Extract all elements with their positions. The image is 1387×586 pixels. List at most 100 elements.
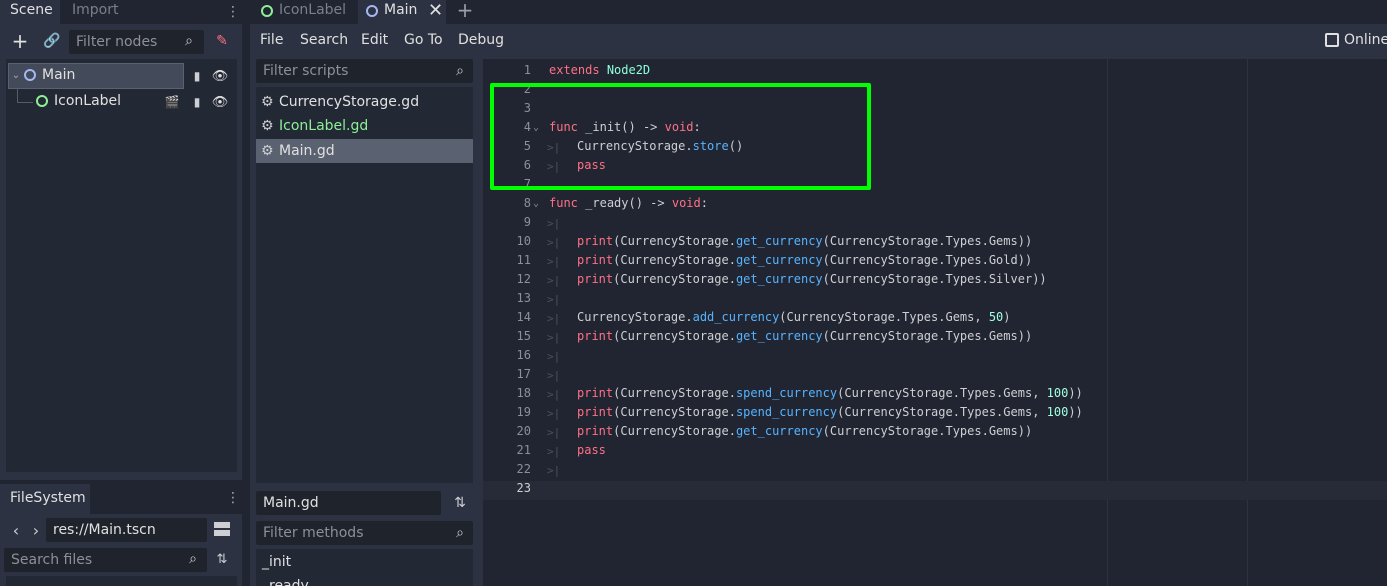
code-line-14: CurrencyStorage.add_currency(CurrencySto… <box>577 310 1011 324</box>
menu-debug[interactable]: Debug <box>458 32 504 48</box>
enum-ref: CurrencyStorage.Types.Gems <box>844 386 1033 400</box>
tab-scene-label: Scene <box>10 2 53 18</box>
script-item-main[interactable]: ⚙ Main.gd <box>256 139 473 163</box>
add-tab-icon[interactable]: + <box>454 0 476 22</box>
code-line-20: print(CurrencyStorage.get_currency(Curre… <box>577 424 1033 438</box>
online-docs-link[interactable]: Online <box>1325 32 1387 52</box>
class-ref: CurrencyStorage. <box>620 405 736 419</box>
path-field[interactable]: res://Main.tscn <box>46 518 207 542</box>
remote-icon[interactable]: ✎ <box>212 31 232 51</box>
menu-search[interactable]: Search <box>300 32 348 48</box>
tab-marker: >| <box>547 255 561 268</box>
line-number: 23 <box>516 481 531 495</box>
menu-file[interactable]: File <box>260 32 283 48</box>
class-ref: CurrencyStorage. <box>620 272 736 286</box>
tab-iconlabel[interactable]: IconLabel <box>252 0 356 24</box>
tab-marker: >| <box>547 274 561 287</box>
func-call: get_currency <box>735 329 823 343</box>
add-node-icon[interactable]: + <box>10 29 30 53</box>
script-item-label: CurrencyStorage.gd <box>279 94 420 110</box>
dock-menu-icon[interactable]: ⋮ <box>226 2 240 22</box>
line-number: 19 <box>516 405 531 419</box>
builtin-print: print <box>577 253 614 267</box>
gear-icon: ⚙ <box>261 118 274 134</box>
line-number: 8 <box>523 196 531 210</box>
tab-filesystem[interactable]: FileSystem <box>0 484 90 514</box>
methods-list: _init _ready <box>256 549 473 586</box>
visibility-eye-icon[interactable]: 👁 <box>212 94 229 110</box>
dock-menu-icon[interactable]: ⋮ <box>226 488 240 508</box>
collapse-arrow-icon[interactable]: ⌄ <box>10 68 22 82</box>
number-literal: 100 <box>1046 405 1069 419</box>
close-icon[interactable]: ✕ <box>428 0 443 21</box>
tab-import[interactable]: Import <box>62 0 144 24</box>
path-value: res://Main.tscn <box>53 522 156 538</box>
filter-methods-placeholder: Filter methods <box>263 525 364 541</box>
enum-ref: CurrencyStorage.Types.Gems <box>829 329 1018 343</box>
type-node2d: Node2D <box>606 63 651 77</box>
code-line-12: print(CurrencyStorage.get_currency(Curre… <box>577 272 1047 286</box>
search-files-placeholder: Search files <box>11 552 93 568</box>
tree-main-label: Main <box>42 67 76 83</box>
code-line-18: print(CurrencyStorage.spend_currency(Cur… <box>577 386 1083 400</box>
method-item[interactable]: _ready <box>262 578 309 586</box>
gear-icon: ⚙ <box>261 94 274 110</box>
sort-icon[interactable]: ⇅ <box>212 550 232 568</box>
enum-ref: CurrencyStorage.Types.Silver <box>829 272 1033 286</box>
link-icon[interactable]: 🔗 <box>42 31 62 51</box>
tab-marker: >| <box>547 331 561 344</box>
split-view-icon[interactable] <box>213 521 231 537</box>
line-number: 14 <box>516 310 531 324</box>
tab-marker: >| <box>547 312 561 325</box>
visibility-eye-icon[interactable]: 👁 <box>212 68 229 84</box>
code-line-10: print(CurrencyStorage.get_currency(Curre… <box>577 234 1033 248</box>
menu-edit[interactable]: Edit <box>361 32 388 48</box>
tab-scene[interactable]: Scene <box>0 0 60 24</box>
search-icon: ⌕ <box>456 525 464 541</box>
tab-marker: >| <box>547 293 561 306</box>
line-number: 21 <box>516 443 531 457</box>
enum-ref: CurrencyStorage.Types.Gems <box>844 405 1033 419</box>
highlight-box <box>490 83 871 190</box>
builtin-print: print <box>577 424 614 438</box>
class-ref: CurrencyStorage. <box>620 386 736 400</box>
fold-arrow-icon[interactable]: ⌄ <box>533 198 539 209</box>
class-ref: CurrencyStorage. <box>620 329 736 343</box>
line-number: 17 <box>516 367 531 381</box>
script-item-currencystorage[interactable]: ⚙ CurrencyStorage.gd <box>256 90 473 114</box>
code-line-1: extends Node2D <box>549 63 650 77</box>
sort-icon[interactable]: ⇅ <box>450 493 470 513</box>
builtin-print: print <box>577 234 614 248</box>
line-number: 22 <box>516 462 531 476</box>
menu-goto[interactable]: Go To <box>404 32 443 48</box>
tab-marker: >| <box>547 350 561 363</box>
back-arrow-icon[interactable]: ‹ <box>10 520 22 540</box>
class-ref: CurrencyStorage. <box>620 424 736 438</box>
search-icon: ⌕ <box>185 33 193 49</box>
code-line-8: func _ready() -> void: <box>549 196 708 210</box>
keyword-pass: pass <box>577 443 606 457</box>
code-line-11: print(CurrencyStorage.get_currency(Curre… <box>577 253 1033 267</box>
filter-methods-input[interactable]: Filter methods <box>256 521 473 545</box>
keyword-void: void <box>671 196 701 210</box>
search-files-input[interactable]: Search files <box>4 548 207 572</box>
line-number: 9 <box>523 215 531 229</box>
script-icon[interactable]: ▮ <box>190 94 204 110</box>
tree-line <box>17 88 18 102</box>
func-call: add_currency <box>692 310 780 324</box>
tab-marker: >| <box>547 426 561 439</box>
tab-main[interactable]: Main ✕ <box>358 0 446 24</box>
code-line-21: pass <box>577 443 606 457</box>
filter-scripts-input[interactable]: Filter scripts <box>256 59 473 83</box>
current-script-label: Main.gd <box>263 495 319 511</box>
script-icon[interactable]: ▮ <box>190 68 204 84</box>
method-item[interactable]: _init <box>262 554 291 570</box>
class-ref: CurrencyStorage. <box>577 310 693 324</box>
script-item-iconlabel[interactable]: ⚙ IconLabel.gd <box>256 114 473 138</box>
enum-ref: CurrencyStorage.Types.Gold <box>829 253 1018 267</box>
scene-instance-icon[interactable]: 🎬 <box>164 94 180 110</box>
line-number: 15 <box>516 329 531 343</box>
node2d-icon <box>24 69 36 81</box>
colon: : <box>700 196 708 210</box>
forward-arrow-icon[interactable]: › <box>30 520 42 540</box>
